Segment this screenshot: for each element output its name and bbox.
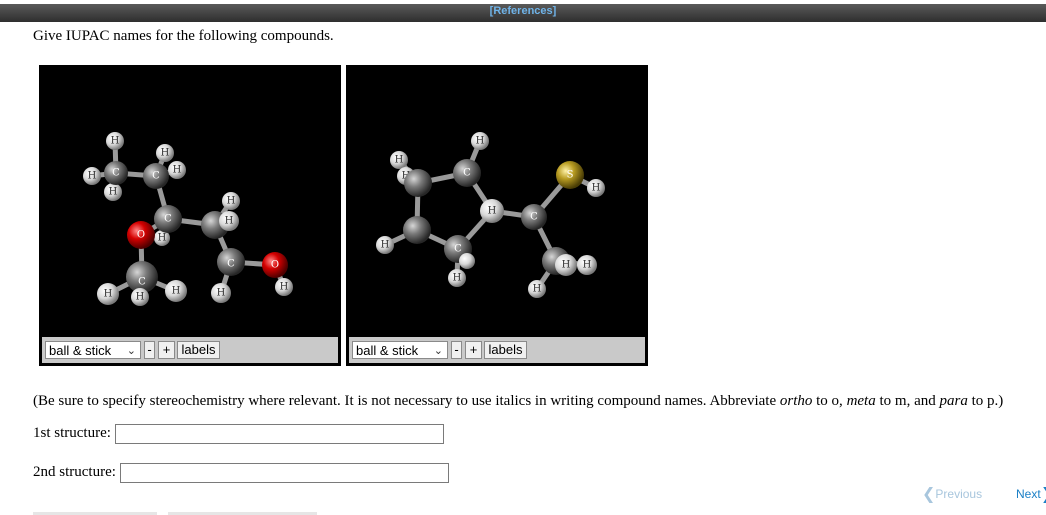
atom-h: H [173, 165, 182, 176]
atom-h: H [111, 136, 120, 147]
chevron-right-icon: ❯ [1041, 486, 1046, 503]
atom-h: H [161, 148, 170, 159]
top-bar: [References] [0, 4, 1046, 22]
chevron-left-icon: ❮ [922, 486, 936, 503]
atom-h: H [217, 288, 226, 299]
atom-h: H [225, 216, 234, 227]
molecule-2-canvas[interactable]: H H H C S H C H C H C H H H H [346, 65, 648, 337]
atom-h: H [280, 282, 289, 293]
atom-h: H [158, 233, 167, 244]
atom-c: C [164, 214, 172, 225]
atom-h: H [88, 171, 97, 182]
zoom-out-button[interactable]: - [451, 341, 462, 359]
atom-h: H [381, 240, 390, 251]
note-text: to o, [812, 393, 847, 409]
atom-s: S [567, 170, 574, 181]
display-mode-select[interactable]: ball & stick ⌄ [352, 341, 448, 359]
question-prompt: Give IUPAC names for the following compo… [33, 28, 334, 44]
next-label: Next [1016, 487, 1041, 501]
note-text: to p.) [967, 393, 1004, 409]
chevron-down-icon: ⌄ [126, 345, 136, 357]
atom-h: H [592, 183, 601, 194]
molecule-viewer-1[interactable]: H H H H H C C H H C H O C H H H C H O H … [39, 65, 341, 366]
answer-2-input[interactable] [120, 463, 449, 483]
zoom-in-button[interactable]: + [158, 341, 175, 359]
atom-h: H [583, 260, 592, 271]
answer-1-input[interactable] [115, 424, 444, 444]
atom-h: H [562, 260, 571, 271]
labels-button[interactable]: labels [177, 341, 220, 359]
atom-h: H [104, 289, 113, 300]
molecule-viewer-2[interactable]: H H H C S H C H C H C H H H H ball & sti… [346, 65, 648, 366]
answer-1-label: 1st structure: [33, 425, 111, 441]
atom-h: H [227, 196, 236, 207]
answer-2-label: 2nd structure: [33, 464, 116, 480]
atom-o: O [271, 260, 279, 271]
chevron-down-icon: ⌄ [433, 345, 443, 357]
next-button[interactable]: Next❯ [1016, 484, 1046, 504]
atom-h: H [488, 206, 497, 217]
atom-c: C [530, 212, 538, 223]
atom-h: H [395, 155, 404, 166]
previous-label: Previous [935, 487, 983, 501]
note-para: para [939, 393, 968, 409]
instructions-note: (Be sure to specify stereochemistry wher… [33, 393, 1003, 410]
display-mode-select[interactable]: ball & stick ⌄ [45, 341, 141, 359]
atom-h: H [476, 136, 485, 147]
atom-o: O [137, 230, 145, 241]
previous-button[interactable]: ❮Previous [922, 484, 982, 504]
viewer-2-controls: ball & stick ⌄ - + labels [349, 337, 645, 363]
atom-h: H [109, 187, 118, 198]
note-ortho: ortho [779, 393, 813, 409]
atom-c: C [454, 244, 462, 255]
atom-c: C [138, 277, 146, 288]
atom-c: C [227, 259, 235, 270]
zoom-out-button[interactable]: - [144, 341, 155, 359]
atom-c: C [152, 171, 160, 182]
zoom-in-button[interactable]: + [465, 341, 482, 359]
note-text: (Be sure to specify stereochemistry wher… [33, 393, 780, 409]
atom-h: H [533, 284, 542, 295]
labels-button[interactable]: labels [484, 341, 527, 359]
display-mode-value: ball & stick [356, 343, 419, 358]
molecule-1-canvas[interactable]: H H H H H C C H H C H O C H H H C H O H [39, 65, 341, 337]
atom-h: H [172, 286, 181, 297]
display-mode-value: ball & stick [49, 343, 112, 358]
viewer-1-controls: ball & stick ⌄ - + labels [42, 337, 338, 363]
note-meta: meta [846, 393, 876, 409]
references-link[interactable]: [References] [0, 5, 1046, 17]
atom-h: H [136, 292, 145, 303]
atom-c: C [463, 168, 471, 179]
note-text: to m, and [875, 393, 940, 409]
atom-h: H [453, 273, 462, 284]
atom-c: C [112, 168, 120, 179]
